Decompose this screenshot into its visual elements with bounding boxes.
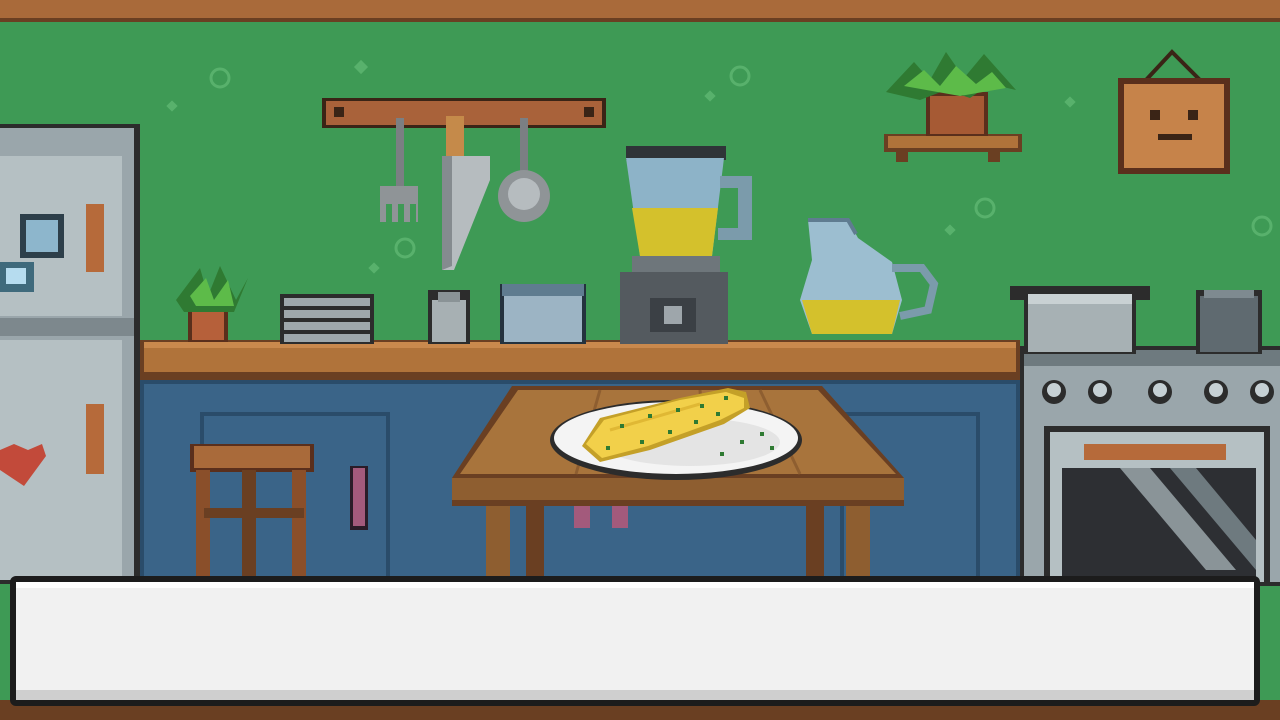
kitchen-scene <box>0 0 1280 720</box>
fridge-icon <box>0 124 140 584</box>
dialog-box[interactable] <box>10 576 1260 706</box>
dialog-text <box>44 604 1226 678</box>
stool-icon <box>190 444 314 580</box>
